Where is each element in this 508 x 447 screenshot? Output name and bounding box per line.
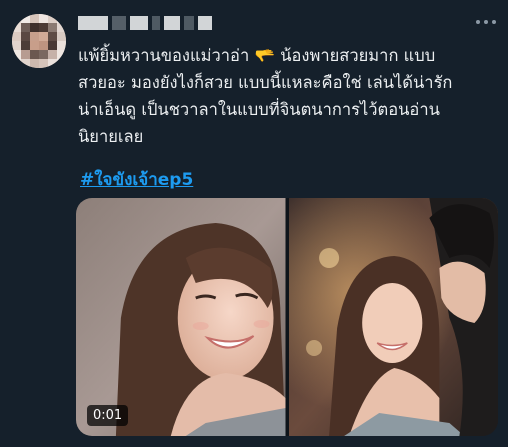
couple-image <box>288 198 498 436</box>
video-frame-left[interactable]: 0:01 <box>76 198 286 436</box>
more-options-icon[interactable] <box>476 16 496 28</box>
tweet-media[interactable]: 0:01 <box>76 198 498 436</box>
video-frame-right[interactable] <box>288 198 498 436</box>
video-timestamp: 0:01 <box>87 405 129 426</box>
avatar[interactable] <box>12 14 66 68</box>
tweet-text: แพ้ยิ้มหวานของแม่วาอ่า 🫳 น้องพายสวยมาก แ… <box>78 46 453 146</box>
user-name-blurred[interactable] <box>78 14 240 32</box>
smiling-woman-image <box>76 198 286 436</box>
hashtag-link[interactable]: #ใจขังเจ้าep5 <box>80 166 193 193</box>
